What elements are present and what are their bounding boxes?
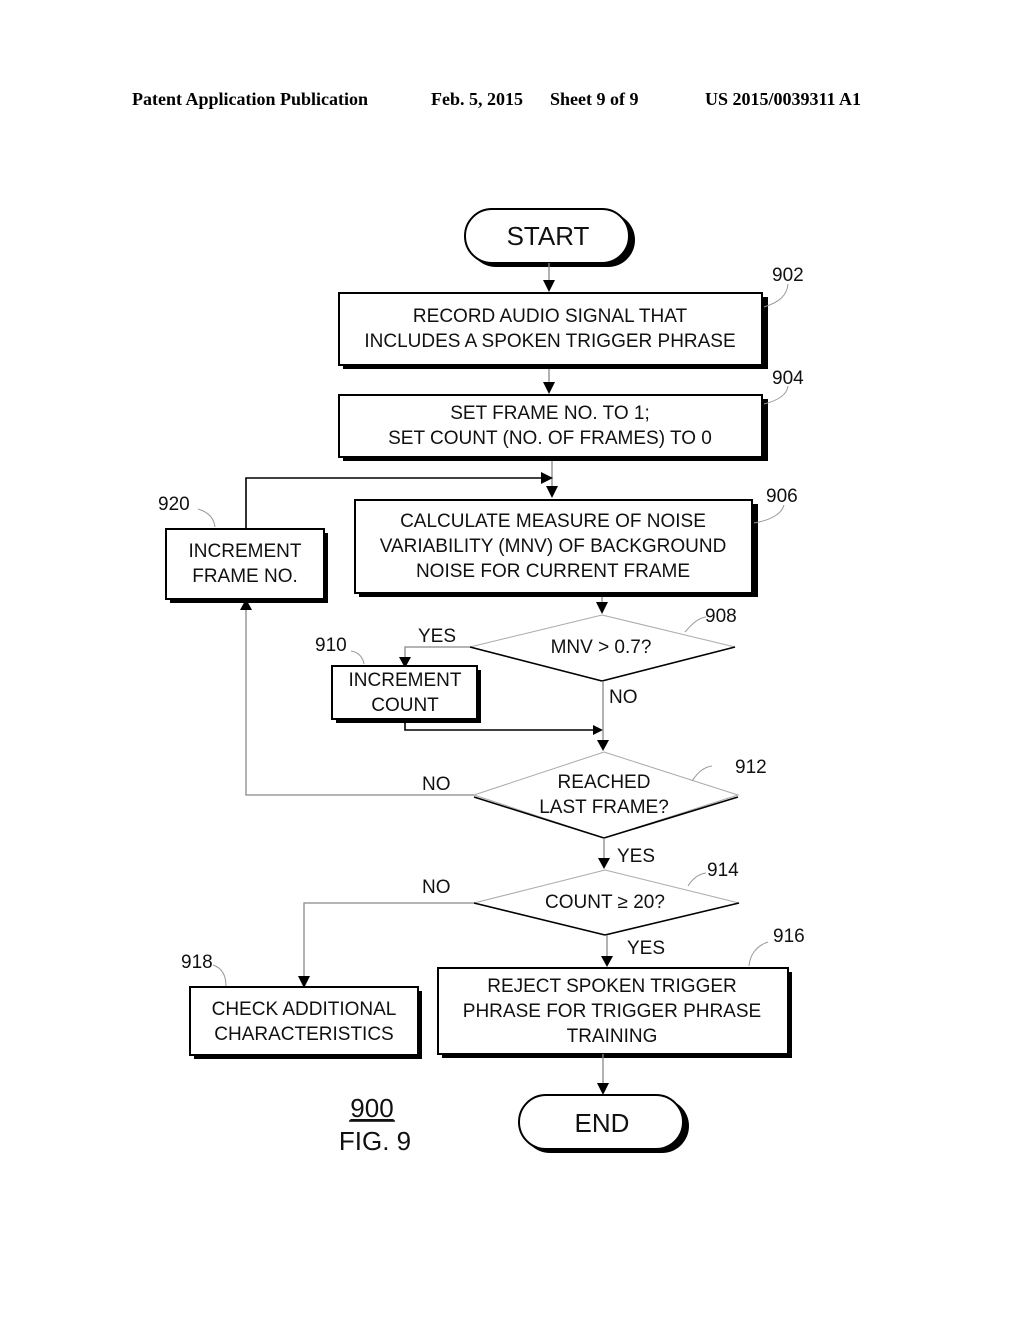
arrow-head [543, 382, 555, 394]
figure-label: FIG. 9 [339, 1126, 411, 1156]
process-902-line-2: INCLUDES A SPOKEN TRIGGER PHRASE [364, 331, 735, 352]
process-906-line-3: NOISE FOR CURRENT FRAME [416, 561, 690, 582]
end-label: END [575, 1108, 630, 1138]
decision-912-no-label: NO [422, 774, 451, 795]
leader-912 [691, 765, 713, 782]
process-916-line-1: REJECT SPOKEN TRIGGER [487, 976, 737, 997]
process-904-line-1: SET FRAME NO. TO 1; [450, 403, 650, 424]
decision-908: MNV > 0.7? [469, 614, 736, 682]
process-920-line-2: FRAME NO. [192, 566, 298, 587]
arrow-head [597, 740, 609, 751]
process-920-line-1: INCREMENT [189, 541, 302, 562]
process-910: INCREMENT COUNT [331, 665, 481, 723]
end-terminal: END [518, 1094, 689, 1153]
ref-916: 916 [773, 926, 805, 947]
ref-910: 910 [315, 635, 347, 656]
process-910-line-2: COUNT [371, 695, 439, 716]
process-906-line-1: CALCULATE MEASURE OF NOISE [400, 511, 706, 532]
decision-912-line-1: REACHED [558, 772, 651, 793]
ref-920: 920 [158, 494, 190, 515]
ref-904: 904 [772, 368, 804, 389]
arrow-head [601, 956, 613, 967]
leader-906 [753, 504, 785, 524]
arrow-head [593, 725, 603, 735]
leader-910 [350, 650, 365, 665]
process-902-line-1: RECORD AUDIO SIGNAL THAT [413, 306, 688, 327]
leader-918 [212, 964, 227, 987]
process-918-line-2: CHARACTERISTICS [214, 1024, 393, 1045]
decision-914: COUNT ≥ 20? [473, 869, 740, 936]
decision-908-no-label: NO [609, 687, 638, 708]
ref-912: 912 [735, 757, 767, 778]
arrow-head [541, 472, 553, 484]
process-918: CHECK ADDITIONAL CHARACTERISTICS [189, 986, 422, 1059]
process-904-line-2: SET COUNT (NO. OF FRAMES) TO 0 [388, 428, 712, 449]
process-910-line-1: INCREMENT [349, 670, 462, 691]
process-916-line-3: TRAINING [567, 1026, 658, 1047]
connector-908-910 [404, 646, 470, 660]
ref-906: 906 [766, 486, 798, 507]
decision-912-line-2: LAST FRAME? [539, 797, 669, 818]
arrow-head [596, 602, 608, 614]
start-label: START [507, 221, 590, 251]
decision-912-yes-label: YES [617, 846, 655, 867]
arrow-head [543, 280, 555, 292]
leader-916 [748, 941, 769, 967]
ref-918: 918 [181, 952, 213, 973]
flowchart: START RECORD AUDIO SIGNAL THAT INCLUDES … [158, 208, 805, 1156]
ref-902: 902 [772, 265, 804, 286]
decision-914-question: COUNT ≥ 20? [545, 892, 665, 913]
decision-908-yes-label: YES [418, 626, 456, 647]
process-902: RECORD AUDIO SIGNAL THAT INCLUDES A SPOK… [338, 292, 768, 369]
process-906: CALCULATE MEASURE OF NOISE VARIABILITY (… [354, 499, 758, 597]
leader-920 [197, 508, 216, 528]
process-918-line-1: CHECK ADDITIONAL [212, 999, 397, 1020]
connector-910-912 [404, 723, 597, 731]
process-916-line-2: PHRASE FOR TRIGGER PHRASE [463, 1001, 761, 1022]
arrow-head [546, 486, 558, 498]
process-920: INCREMENT FRAME NO. [165, 528, 328, 603]
connector-914-918 [303, 902, 474, 978]
process-906-line-2: VARIABILITY (MNV) OF BACKGROUND [380, 536, 727, 557]
process-904: SET FRAME NO. TO 1; SET COUNT (NO. OF FR… [338, 394, 768, 461]
arrow-head [597, 1083, 609, 1095]
start-terminal: START [464, 208, 635, 267]
decision-914-no-label: NO [422, 877, 451, 898]
figure-ref: 900 [350, 1093, 393, 1123]
decision-914-yes-label: YES [627, 938, 665, 959]
leader-914 [687, 872, 707, 887]
decision-908-question: MNV > 0.7? [551, 637, 652, 658]
leader-908 [684, 616, 707, 633]
ref-908: 908 [705, 606, 737, 627]
arrow-head [598, 858, 610, 869]
decision-912: REACHED LAST FRAME? [472, 751, 740, 839]
ref-914: 914 [707, 860, 739, 881]
process-916: REJECT SPOKEN TRIGGER PHRASE FOR TRIGGER… [437, 967, 792, 1058]
